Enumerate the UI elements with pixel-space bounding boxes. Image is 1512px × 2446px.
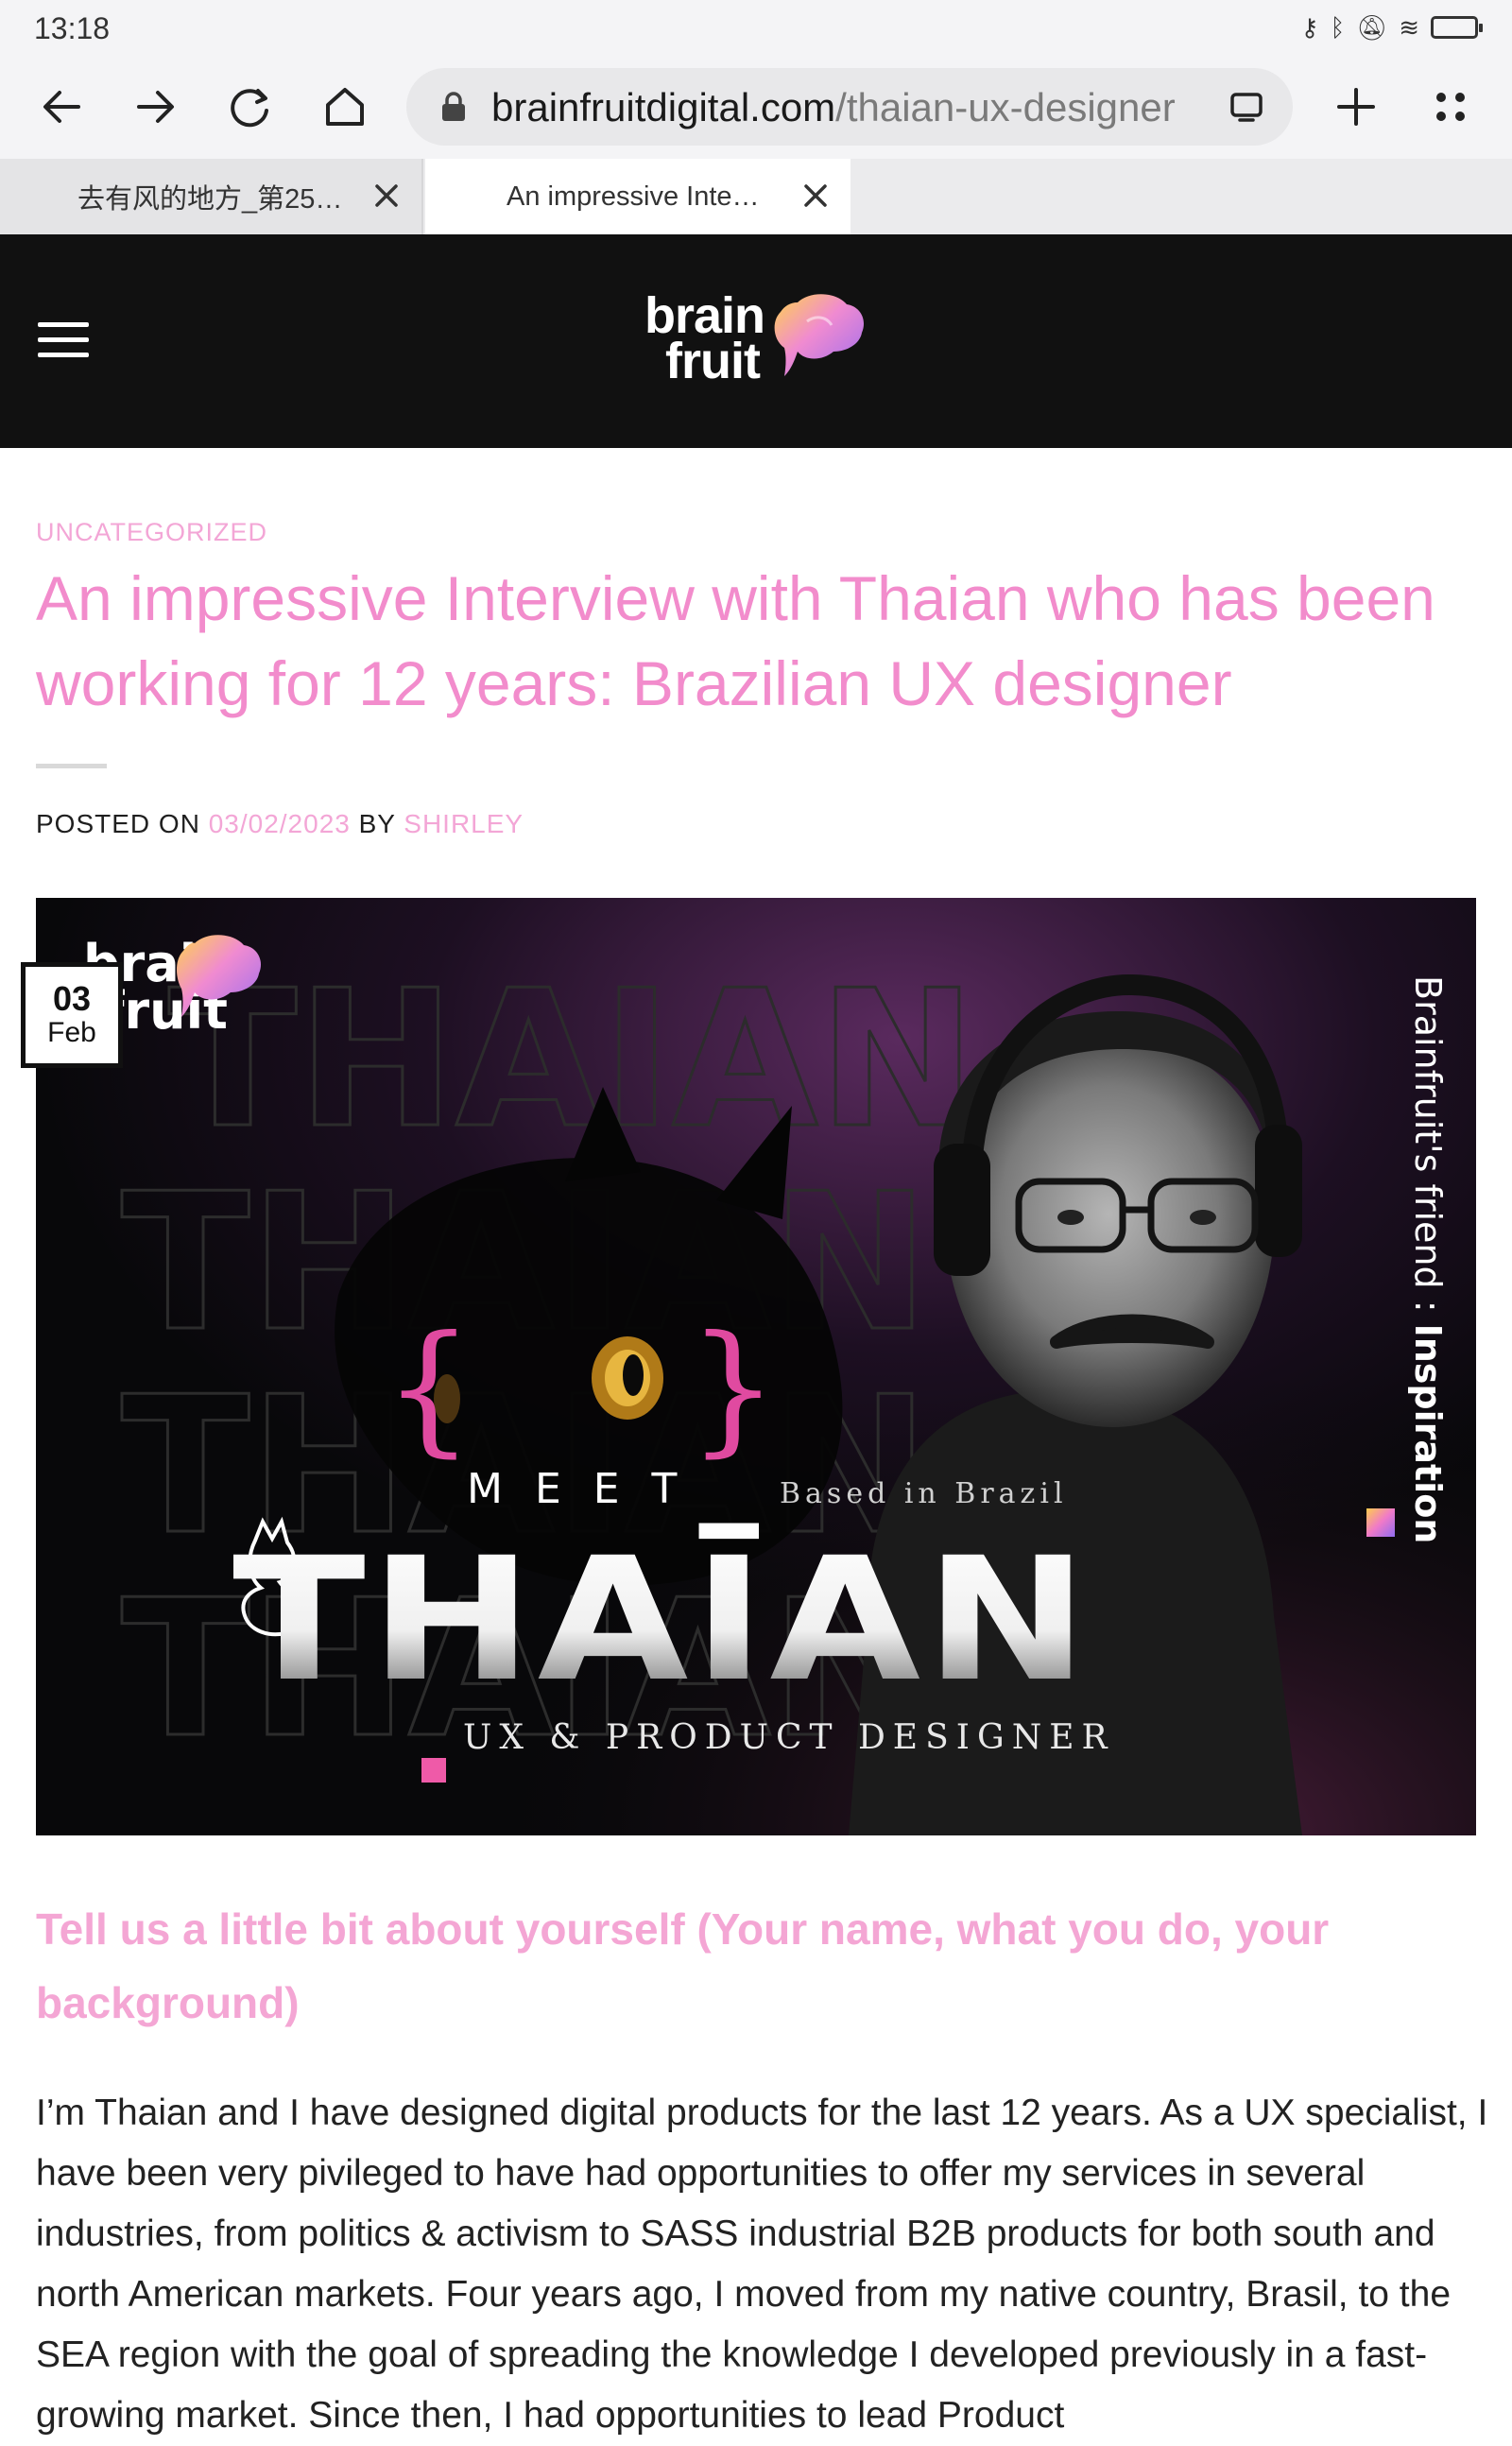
- hero-side-text: Brainfruit's friend : Inspiration: [1407, 975, 1449, 1543]
- status-bar: 13:18 ⚷ ᛒ 🔕︎ ≋: [0, 0, 1512, 55]
- logo-text: brain fruit: [644, 287, 765, 389]
- status-time: 13:18: [34, 11, 111, 45]
- reload-icon: [231, 89, 268, 128]
- hero-graphic: THAIAN THAIAN THAIAN THAIAN { }: [36, 898, 1476, 1835]
- url-domain: brainfruitdigital.com: [491, 85, 836, 129]
- mute-icon: 🔕︎: [1356, 13, 1388, 42]
- tab-2-active[interactable]: An impressive Inte…: [425, 159, 850, 234]
- bg-word: THAIAN: [168, 950, 976, 1170]
- tab-label: 去有风的地方_第25…: [77, 184, 343, 215]
- post-meta: POSTED ON 03/02/2023 BY SHIRLEY: [36, 809, 524, 839]
- battery-icon: [1431, 16, 1483, 39]
- key-icon: ⚷: [1300, 13, 1319, 42]
- brainfruit-logo[interactable]: brain fruit: [644, 287, 871, 397]
- tab-1[interactable]: 去有风的地方_第25…: [0, 159, 423, 234]
- section-paragraph: I’m Thaian and I have designed digital p…: [36, 2093, 1488, 2436]
- tab-label: An impressive Inte…: [507, 181, 760, 212]
- post-date-link[interactable]: 03/02/2023: [209, 809, 351, 838]
- date-badge: 03 Feb: [21, 962, 123, 1068]
- posted-on-label: POSTED ON: [36, 809, 200, 838]
- left-brace: {: [384, 1306, 473, 1471]
- menu-button[interactable]: [1418, 74, 1484, 140]
- badge-day: 03: [52, 979, 92, 1018]
- site-header: brain fruit: [0, 234, 1512, 448]
- pink-square: [421, 1758, 446, 1783]
- title-divider: [36, 764, 107, 768]
- status-icons: ⚷ ᛒ 🔕︎ ≋: [1300, 11, 1483, 43]
- right-brace: }: [688, 1306, 778, 1471]
- hero-name: THAĪAN: [232, 1522, 1092, 1719]
- forward-button[interactable]: [123, 74, 189, 140]
- home-button[interactable]: [312, 74, 378, 140]
- reload-button[interactable]: [217, 74, 284, 140]
- hero-based: Based in Brazil: [780, 1477, 1068, 1510]
- badge-month: Feb: [47, 1017, 96, 1048]
- close-icon[interactable]: [370, 180, 403, 212]
- post-category[interactable]: UNCATEGORIZED: [36, 518, 267, 547]
- hamburger-menu-icon[interactable]: [38, 322, 89, 360]
- featured-image: THAIAN THAIAN THAIAN THAIAN { }: [36, 898, 1476, 1835]
- back-button[interactable]: [28, 74, 94, 140]
- url-text: brainfruitdigital.com/thaian-ux-designer: [491, 85, 1176, 130]
- post-title: An impressive Interview with Thaian who …: [36, 563, 1435, 718]
- close-icon[interactable]: [799, 180, 832, 212]
- url-path: /thaian-ux-designer: [835, 85, 1176, 129]
- home-icon: [326, 88, 364, 126]
- section-heading: Tell us a little bit about yourself (You…: [36, 1904, 1330, 2027]
- tab-strip: 去有风的地方_第25… An impressive Inte…: [0, 159, 1512, 234]
- plus-icon: [1337, 88, 1375, 126]
- by-label: BY: [358, 809, 396, 838]
- bluetooth-icon: ᛒ: [1330, 13, 1346, 42]
- hero-meet: M E E T: [467, 1465, 686, 1513]
- address-bar[interactable]: brainfruitdigital.com/thaian-ux-designer: [406, 68, 1293, 146]
- gradient-square: [1366, 1508, 1395, 1537]
- forward-arrow-icon: [137, 91, 174, 123]
- hero-role: UX & PRODUCT DESIGNER: [463, 1718, 1115, 1757]
- lock-icon: [442, 92, 465, 121]
- browser-toolbar: brainfruitdigital.com/thaian-ux-designer: [0, 55, 1512, 159]
- author-link[interactable]: SHIRLEY: [404, 809, 524, 838]
- brain-logo-icon: [774, 294, 865, 376]
- tab-switcher-icon[interactable]: [1228, 89, 1266, 125]
- new-tab-button[interactable]: [1323, 74, 1389, 140]
- more-dots-icon: [1436, 93, 1465, 121]
- wifi-icon: ≋: [1399, 13, 1419, 42]
- back-arrow-icon: [43, 91, 80, 123]
